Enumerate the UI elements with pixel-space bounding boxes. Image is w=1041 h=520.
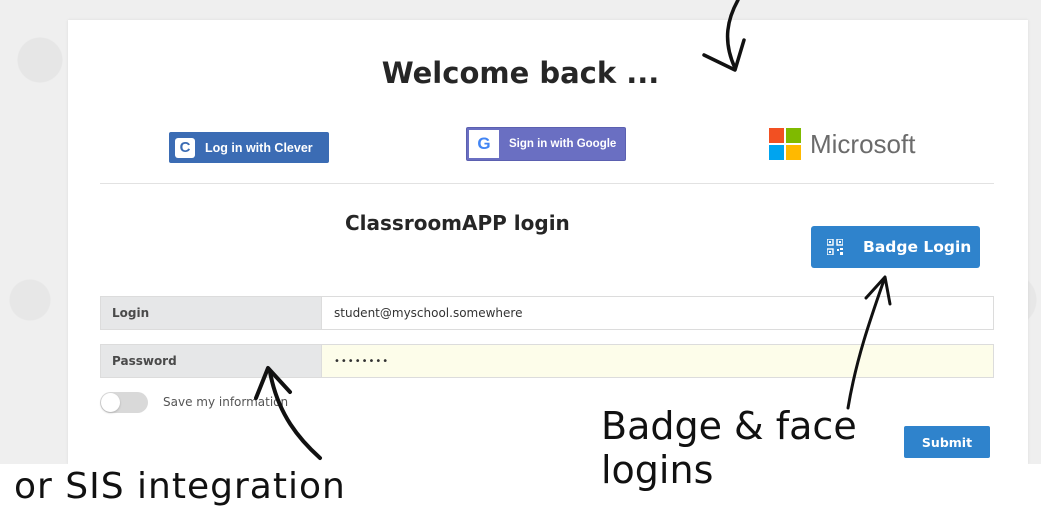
login-input[interactable]: [322, 296, 994, 330]
badge-login-button[interactable]: Badge Login: [811, 226, 980, 268]
sis-annotation: or SIS integration: [14, 466, 346, 507]
clever-login-label: Log in with Clever: [205, 140, 313, 155]
badge-annotation: Badge & face logins: [601, 404, 857, 492]
google-signin-button[interactable]: G Sign in with Google: [466, 127, 626, 161]
google-signin-label: Sign in with Google: [509, 138, 617, 150]
save-info-toggle[interactable]: [100, 392, 148, 413]
toggle-knob: [101, 393, 120, 412]
password-input[interactable]: [322, 344, 994, 378]
login-row: Login: [100, 296, 994, 330]
login-title: ClassroomAPP login: [345, 211, 570, 235]
password-label: Password: [100, 344, 322, 378]
save-info-label: Save my information: [163, 395, 289, 409]
badge-login-label: Badge Login: [863, 238, 972, 256]
badge-annotation-line1: Badge & face: [601, 404, 857, 448]
submit-button[interactable]: Submit: [904, 426, 990, 458]
microsoft-logo-icon: [769, 128, 801, 160]
qr-code-icon: [827, 239, 843, 255]
microsoft-login-button[interactable]: Microsoft: [769, 127, 929, 161]
password-row: Password: [100, 344, 994, 378]
section-divider: [100, 183, 994, 184]
clever-logo-icon: C: [175, 137, 195, 158]
clever-login-button[interactable]: C Log in with Clever: [169, 132, 329, 163]
badge-annotation-line2: logins: [601, 448, 714, 492]
microsoft-login-label: Microsoft: [810, 128, 916, 159]
google-logo-icon: G: [469, 130, 499, 158]
login-label: Login: [100, 296, 322, 330]
welcome-title: Welcome back ...: [381, 56, 660, 90]
